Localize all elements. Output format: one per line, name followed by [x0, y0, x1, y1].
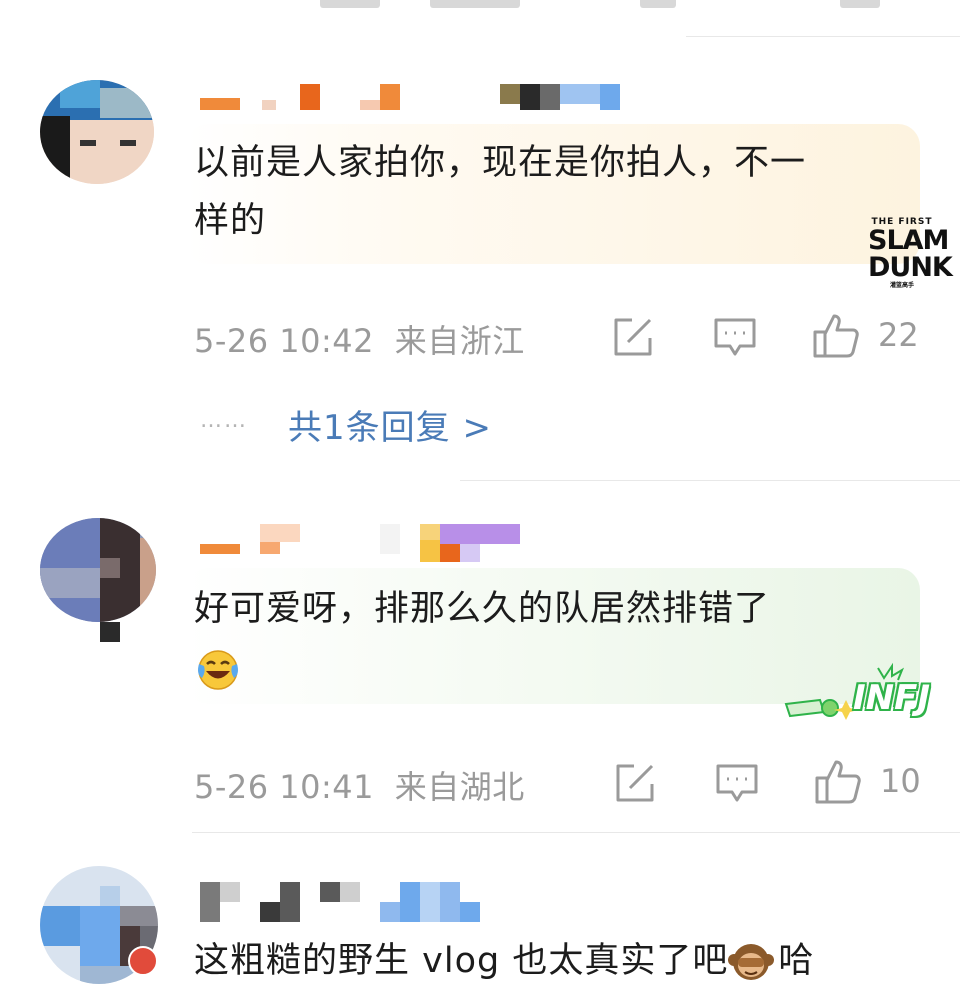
view-replies-link[interactable]: 共1条回复 > — [288, 400, 492, 449]
comment-text-line: 样的 — [194, 201, 267, 241]
verified-badge-icon — [128, 946, 158, 976]
share-edit-icon[interactable] — [612, 760, 658, 806]
avatar-fragment — [100, 622, 120, 642]
divider — [192, 832, 960, 833]
avatar[interactable] — [40, 518, 156, 622]
share-edit-icon[interactable] — [610, 314, 656, 360]
comment-text-suffix: 哈 — [778, 941, 815, 981]
divider — [686, 36, 960, 37]
comment-text-line: 这粗糙的野生 vlog 也太真实了吧 — [194, 941, 729, 981]
badge-line: SLAM — [868, 225, 949, 256]
timestamp: 5-26 10:41 — [194, 768, 375, 806]
like-count: 10 — [880, 762, 921, 800]
divider — [460, 480, 960, 481]
badge-line: 灌篮高手 — [889, 282, 914, 289]
like-thumb-icon[interactable] — [812, 312, 860, 360]
badge-line: DUNK — [868, 252, 953, 283]
comment-meta: 5-26 10:42 来自浙江 — [194, 316, 525, 362]
laughing-crying-icon — [196, 648, 240, 692]
avatar[interactable] — [40, 80, 154, 184]
comment-text: 这粗糙的野生 vlog 也太真实了吧 哈 — [194, 932, 934, 990]
infj-text: INFJ — [853, 678, 930, 718]
comment-icon[interactable] — [714, 762, 760, 806]
comment-icon[interactable] — [712, 316, 758, 360]
location: 来自浙江 — [394, 322, 525, 360]
infj-badge: INFJ — [780, 660, 940, 730]
comment-text-line: 以前是人家拍你，现在是你拍人，不一 — [194, 143, 807, 183]
comment-text-line: 好可爱呀，排那么久的队居然排错了 — [194, 589, 771, 629]
like-thumb-icon[interactable] — [814, 758, 862, 806]
slam-dunk-badge: THE FIRST SLAM DUNK 灌篮高手 — [868, 218, 953, 289]
timestamp: 5-26 10:42 — [194, 322, 375, 360]
location: 来自湖北 — [394, 768, 525, 806]
previous-comment-toolbar-fragment — [0, 0, 960, 36]
comment-meta: 5-26 10:41 来自湖北 — [194, 762, 525, 808]
reply-dots: …… — [200, 408, 248, 433]
like-count: 22 — [878, 316, 919, 354]
comment-text: 以前是人家拍你，现在是你拍人，不一 样的 — [194, 134, 914, 250]
see-no-evil-monkey-icon — [728, 938, 778, 980]
comment-text: 好可爱呀，排那么久的队居然排错了 — [194, 580, 914, 638]
